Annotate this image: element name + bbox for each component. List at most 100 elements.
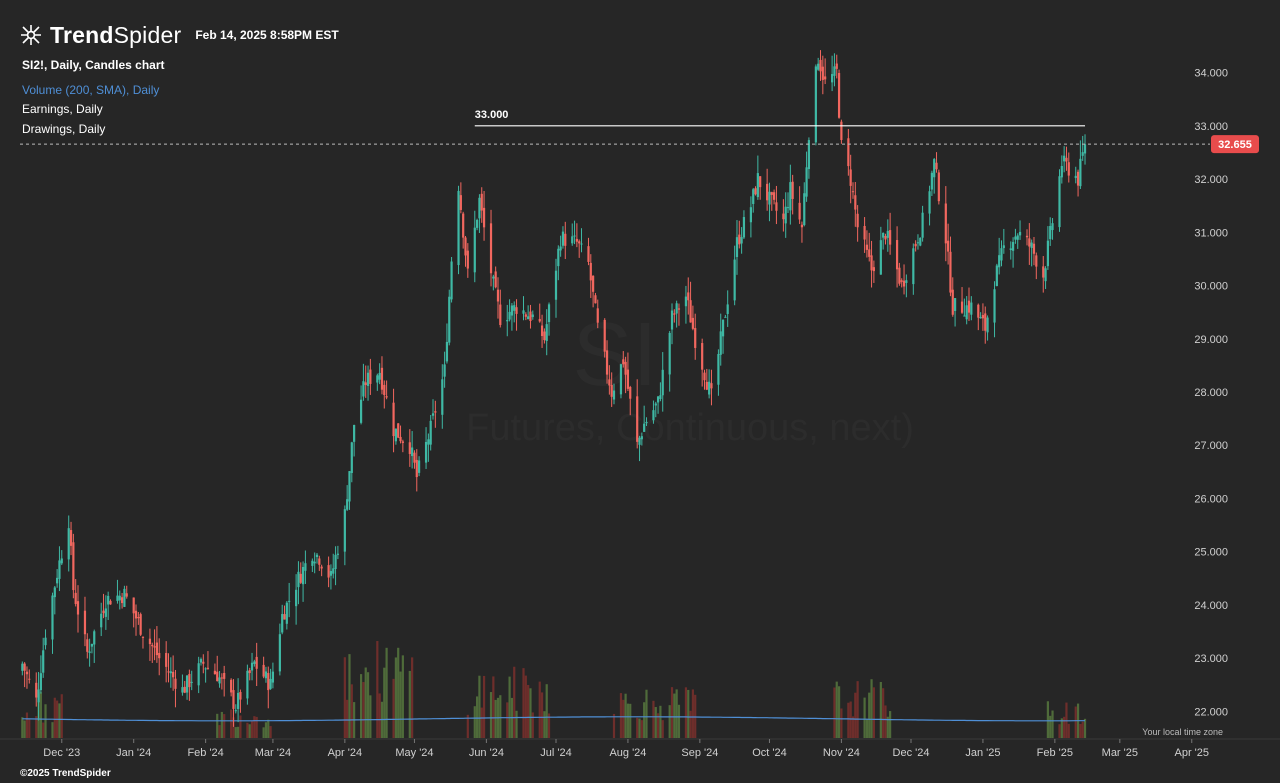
candle-body <box>366 372 370 386</box>
candle-body <box>596 308 599 323</box>
candle-body <box>1016 235 1019 240</box>
candle-body <box>919 237 922 246</box>
candle-body <box>851 191 855 193</box>
candle-body <box>216 671 219 682</box>
candle-body <box>37 689 40 703</box>
candle-body <box>482 207 486 228</box>
volume-bar <box>408 670 411 738</box>
volume-bar <box>879 681 882 738</box>
watermark-name: Futures, Continuous, next) <box>466 407 914 449</box>
x-tick-label: Feb '25 <box>1037 747 1073 759</box>
candlestick-chart[interactable]: SI Futures, Continuous, next) 33.000 22.… <box>0 0 1280 783</box>
volume-bar <box>369 695 372 738</box>
volume-bar <box>348 654 351 738</box>
y-tick-label: 31.000 <box>1194 227 1228 239</box>
volume-bar <box>849 701 852 738</box>
volume-bar <box>58 703 61 738</box>
candle-body <box>116 595 119 601</box>
volume-bar <box>673 693 676 738</box>
candle-body <box>970 302 973 315</box>
candle-body <box>206 667 210 669</box>
x-tick-label: Dec '23 <box>43 747 80 759</box>
candle-body <box>895 240 899 270</box>
candle-body <box>1009 248 1012 251</box>
candle-body <box>1030 242 1033 248</box>
candle-body <box>56 577 59 584</box>
candle-body <box>1032 243 1036 254</box>
volume-bar <box>473 706 476 738</box>
candle-body <box>188 673 191 688</box>
volume-bar <box>640 720 643 738</box>
volume-bar <box>612 713 616 738</box>
volume-bar <box>499 695 502 738</box>
volume-bar <box>53 697 56 738</box>
x-tick-label: Jan '24 <box>116 747 151 759</box>
candle-body <box>202 661 205 664</box>
volume-bar <box>39 692 42 738</box>
volume-bar <box>643 702 646 738</box>
candle-body <box>673 313 676 315</box>
volume-bar <box>28 718 31 738</box>
volume-bar <box>397 647 400 738</box>
time-axis[interactable]: Dec '23 Jan '24 Feb '24 Mar '24 Apr '24 May '… <box>0 738 1280 759</box>
candle-body <box>605 350 609 375</box>
candle-body <box>93 631 96 645</box>
candle-body <box>724 316 727 318</box>
volume-bar <box>629 703 632 738</box>
candle-body <box>670 310 674 330</box>
candle-body <box>522 310 525 314</box>
volume-bar <box>385 647 388 738</box>
candle-body <box>23 663 26 671</box>
volume-bar <box>475 696 479 738</box>
volume-bars <box>21 641 1087 738</box>
candle-body <box>872 267 875 272</box>
horizontal-level-line[interactable]: 33.000 <box>474 109 1086 127</box>
y-tick-label: 34.000 <box>1194 68 1228 80</box>
candle-body <box>603 319 606 352</box>
volume-bar <box>513 666 516 738</box>
candle-body <box>1058 176 1061 228</box>
candle-body <box>900 280 903 282</box>
volume-bar <box>239 715 242 738</box>
candle-body <box>185 675 189 693</box>
candle-body <box>204 668 207 670</box>
volume-bar <box>856 681 859 738</box>
candle-body <box>304 563 307 571</box>
candle-body <box>717 354 720 385</box>
candle-body <box>510 305 514 316</box>
y-tick-label: 23.000 <box>1194 653 1228 665</box>
candle-body <box>141 636 145 638</box>
candle-body <box>466 250 469 269</box>
timezone-label[interactable]: Your local time zone <box>1142 727 1223 737</box>
volume-bar <box>538 681 541 738</box>
candle-body <box>376 375 379 383</box>
candle-body <box>148 638 152 645</box>
candle-body <box>817 63 820 70</box>
candle-body <box>311 560 314 566</box>
candle-body <box>993 289 996 323</box>
candle-body <box>882 232 885 238</box>
x-tick-label: Aug '24 <box>609 747 646 759</box>
volume-bar <box>659 705 662 738</box>
volume-bar <box>865 719 869 738</box>
volume-bar <box>1079 723 1082 738</box>
candle-body <box>654 403 657 406</box>
candle-body <box>109 600 112 605</box>
candle-body <box>694 328 697 348</box>
candle-body <box>408 442 411 454</box>
volume-bar <box>884 705 887 738</box>
candle-body <box>589 262 592 281</box>
candle-body <box>385 396 388 398</box>
candle-body <box>612 390 616 400</box>
candle-body <box>710 383 713 389</box>
volume-bar <box>230 709 233 738</box>
candle-body <box>721 319 725 337</box>
volume-bar <box>392 678 395 738</box>
volume-bar <box>524 675 527 738</box>
candle-body <box>489 223 493 274</box>
x-tick-label: Apr '24 <box>328 747 363 759</box>
candle-body <box>1067 162 1070 176</box>
candle-body <box>981 315 985 319</box>
price-axis[interactable]: 22.000 23.000 24.000 25.000 26.000 27.000 28.0… <box>1194 68 1228 719</box>
candle-body <box>1081 152 1084 156</box>
